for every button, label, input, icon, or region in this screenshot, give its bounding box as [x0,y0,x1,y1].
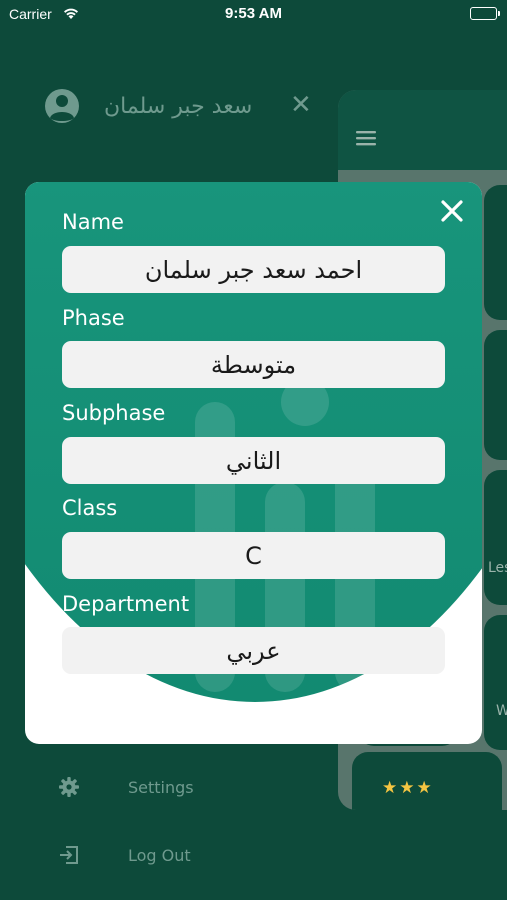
department-field[interactable]: عربي [62,627,445,674]
rating-card[interactable]: ★★★ [352,752,502,810]
name-field[interactable]: احمد سعد جبر سلمان [62,246,445,293]
stars-icon: ★★★ [382,778,434,798]
class-label: Class [62,496,118,520]
drawer-user-name: سعد جبر سلمان [104,94,253,119]
status-bar: Carrier 9:53 AM [0,0,507,30]
dashboard-tile[interactable]: W [484,615,507,750]
drawer-item-settings[interactable]: Settings [58,773,278,803]
clock: 9:53 AM [225,5,282,22]
drawer-user-header: سعد جبر سلمان [44,86,324,130]
tile-label: W [496,703,507,719]
dashboard-tile[interactable]: Les [484,470,507,605]
hamburger-menu-icon[interactable] [356,130,376,150]
class-field[interactable]: C [62,532,445,579]
phase-field[interactable]: متوسطة [62,341,445,388]
battery-icon [470,7,500,20]
subphase-label: Subphase [62,401,166,425]
dashboard-tile[interactable] [484,185,507,320]
drawer-item-logout[interactable]: Log Out [58,841,278,871]
user-avatar-icon [44,88,80,130]
logout-icon [58,844,80,870]
student-info-modal: Name احمد سعد جبر سلمان Phase متوسطة Sub… [25,182,482,744]
name-label: Name [62,210,124,234]
drawer-close-icon[interactable]: ✕ [290,92,312,118]
main-top-bar [338,90,507,170]
tile-label: Les [488,560,507,576]
drawer-item-label: Log Out [128,846,191,865]
dashboard-tile[interactable] [484,330,507,460]
subphase-field[interactable]: الثاني [62,437,445,484]
phase-label: Phase [62,306,125,330]
drawer-item-label: Settings [128,778,194,797]
gear-icon [58,776,80,802]
department-label: Department [62,592,190,616]
close-icon[interactable] [437,196,467,226]
